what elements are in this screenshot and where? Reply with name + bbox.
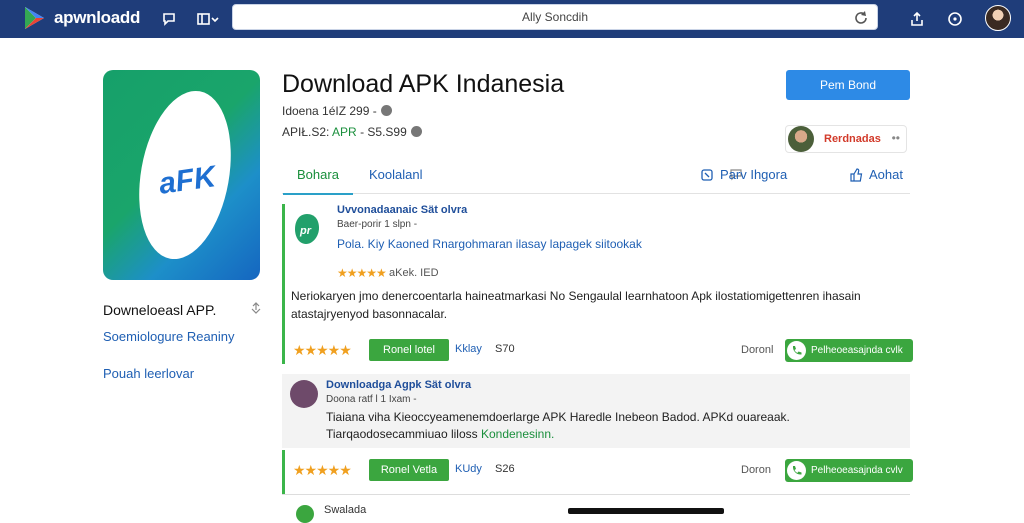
phone-icon (787, 461, 806, 480)
whatsapp-label: Pelheoeasajnda cvlk (811, 345, 903, 356)
page-title: Download APK Indanesia (282, 70, 565, 98)
svg-text:pr: pr (299, 225, 312, 237)
top-bar: apwnloadd Ally Soncdih (0, 0, 1024, 38)
action-button[interactable]: Ronel lotel (369, 339, 449, 361)
action-row-1: ★★★★★ Ronel lotel Kklay S70 Doronl Pelhe… (285, 338, 913, 364)
profile-avatar[interactable] (985, 5, 1011, 31)
review-title[interactable]: Uvvonadaanaic Sät olvra (337, 204, 467, 216)
next-review-bar (568, 508, 724, 514)
tab-bohara[interactable]: Bohara (283, 167, 353, 195)
left-link-1[interactable]: Soemiologure Reaniny (103, 329, 235, 344)
review-text-line-1: Tiaiana viha Kieoccyeamenemdoerlarge APK… (326, 410, 790, 424)
whatsapp-label: Pelheoeasajnda cvlv (811, 465, 903, 476)
search-input[interactable]: Ally Soncdih (232, 4, 878, 30)
reload-icon[interactable] (851, 8, 871, 28)
review-text-line-2b: Kondenesinn. (480, 427, 555, 441)
meta-line-2-green: APR (332, 125, 357, 139)
review-app-icon: pr (295, 214, 319, 244)
review-link[interactable]: Pola. Kiy Kaoned Rnargohmaran ilasay lap… (337, 237, 642, 251)
whatsapp-button[interactable]: Pelheoeasajnda cvlk (785, 339, 913, 362)
divider (282, 494, 910, 495)
action-label: Doron (741, 464, 771, 476)
reviewer-avatar (290, 380, 318, 408)
play-logo-icon[interactable] (22, 5, 48, 31)
review-text: Tiaiana viha Kieoccyeamenemdoerlarge APK… (326, 409, 896, 443)
meta-line-1-text: Idoena 1éIZ 299 - (282, 104, 377, 118)
meta-info-icon (410, 126, 422, 137)
next-review-title[interactable]: Swalada (324, 504, 366, 516)
phone-icon (787, 341, 806, 360)
review-stars: ★★★★★ (337, 266, 387, 280)
more-icon[interactable]: •• (892, 131, 900, 145)
user-name: Rerdnadas (824, 133, 881, 145)
info-icon[interactable] (943, 7, 967, 31)
tab-right-2-label: Aohat (869, 167, 903, 182)
user-chip[interactable]: Rerdnadas •• (785, 125, 907, 153)
whatsapp-button[interactable]: Pelheoeasajnda cvlv (785, 459, 913, 482)
action-row-2: ★★★★★ Ronel Vetla KUdy S26 Doron Pelheoe… (285, 458, 913, 484)
review-subtitle: Baer-porir 1 slpn - (337, 219, 418, 230)
meta-info-icon (380, 105, 392, 116)
left-title: Downeloeasl APP. (103, 302, 217, 318)
tab-right-1-label: Parv Ihgora (720, 167, 788, 182)
action-link[interactable]: KUdy (455, 463, 482, 475)
meta-line-2: APIŁ.S2: APR - S5.S99 (282, 125, 422, 139)
share-icon[interactable] (905, 7, 929, 31)
brand-name[interactable]: apwnloadd (54, 8, 140, 28)
rating-stars[interactable]: ★★★★★ (293, 342, 352, 359)
review-description: Neriokaryen jmo denercoentarla haineatma… (291, 289, 861, 321)
thumbs-up-icon (850, 167, 863, 182)
meta-line-2-prefix: APIŁ.S2: (282, 125, 330, 139)
rating-stars[interactable]: ★★★★★ (293, 462, 352, 479)
action-link[interactable]: Kklay (455, 343, 482, 355)
action-button[interactable]: Ronel Vetla (369, 459, 449, 481)
layout-toggle-icon[interactable] (194, 7, 222, 31)
tab-bar: Bohara Koolalanl Parv Ihgora Aohat (282, 160, 910, 195)
action-count: S70 (495, 343, 515, 355)
action-label: Doronl (741, 344, 774, 356)
tab-koolalanl[interactable]: Koolalanl (369, 167, 423, 182)
primary-button[interactable]: Pem Bond (786, 70, 910, 100)
review-title[interactable]: Downloadga Agpk Sät olvra (326, 379, 471, 391)
chat-icon[interactable] (157, 7, 181, 31)
review-card-2: Downloadga Agpk Sät olvra Doona ratf l 1… (282, 374, 910, 448)
action-count: S26 (495, 463, 515, 475)
bookmark-icon (701, 168, 713, 181)
review-rating-text: aKek. IED (389, 267, 439, 279)
review-text-line-2a: Tiarqaodosecammiuao liloss (326, 427, 478, 441)
app-icon: aFK (103, 70, 260, 280)
review-card-1: pr Uvvonadaanaic Sät olvra Baer-porir 1 … (282, 204, 913, 364)
review-subtitle: Doona ratf l 1 Ixam - (326, 394, 417, 405)
user-avatar (788, 126, 814, 152)
left-link-2[interactable]: Pouah leerlovar (103, 366, 194, 381)
share-small-icon[interactable] (250, 302, 262, 317)
tab-right-1[interactable]: Parv Ihgora (700, 167, 787, 182)
meta-line-2-suffix: - S5.S99 (360, 125, 407, 139)
next-review-avatar (296, 505, 314, 523)
search-text: Ally Soncdih (521, 10, 589, 24)
meta-line-1: Idoena 1éIZ 299 - (282, 104, 392, 118)
tab-right-2[interactable]: Aohat (849, 167, 903, 182)
review-card-3: ★★★★★ Ronel Vetla KUdy S26 Doron Pelheoe… (282, 450, 913, 494)
